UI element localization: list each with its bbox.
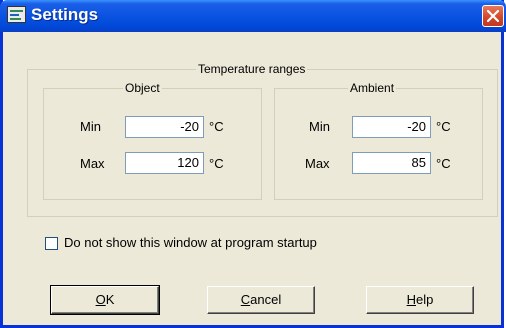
ambient-group: Ambient xyxy=(274,81,483,200)
startup-checkbox[interactable] xyxy=(45,237,58,250)
ambient-min-label: Min xyxy=(309,119,330,134)
object-legend: Object xyxy=(123,81,162,95)
close-icon xyxy=(487,10,499,22)
dialog-client-area: Temperature ranges Object Min -20 °C Max… xyxy=(3,32,501,325)
title-bar[interactable]: Settings xyxy=(0,0,506,32)
help-button[interactable]: Help xyxy=(366,286,474,314)
window-title: Settings xyxy=(31,5,99,24)
object-max-input[interactable]: 120 xyxy=(125,152,204,174)
cancel-label-rest: ancel xyxy=(250,292,282,307)
ambient-min-input[interactable]: -20 xyxy=(352,116,431,138)
object-max-unit: °C xyxy=(209,156,224,171)
settings-app-icon xyxy=(7,6,26,23)
startup-checkbox-label[interactable]: Do not show this window at program start… xyxy=(64,235,317,250)
help-mnemonic: H xyxy=(406,292,417,307)
object-group: Object xyxy=(43,81,262,200)
cancel-mnemonic: C xyxy=(240,292,251,307)
ambient-max-label: Max xyxy=(305,156,330,171)
ok-label-rest: K xyxy=(105,292,115,307)
ambient-max-input[interactable]: 85 xyxy=(352,152,431,174)
ambient-min-unit: °C xyxy=(436,119,451,134)
object-max-label: Max xyxy=(80,156,105,171)
ambient-legend: Ambient xyxy=(348,81,397,95)
object-min-input[interactable]: -20 xyxy=(125,116,204,138)
help-label-rest: elp xyxy=(416,292,434,307)
close-button[interactable] xyxy=(482,5,504,27)
cancel-button[interactable]: Cancel xyxy=(207,286,315,314)
ok-button[interactable]: OK xyxy=(50,285,160,315)
object-min-unit: °C xyxy=(209,119,224,134)
ambient-max-unit: °C xyxy=(436,156,451,171)
temperature-ranges-legend: Temperature ranges xyxy=(196,62,308,76)
object-min-label: Min xyxy=(80,119,101,134)
ok-mnemonic: O xyxy=(95,292,106,307)
